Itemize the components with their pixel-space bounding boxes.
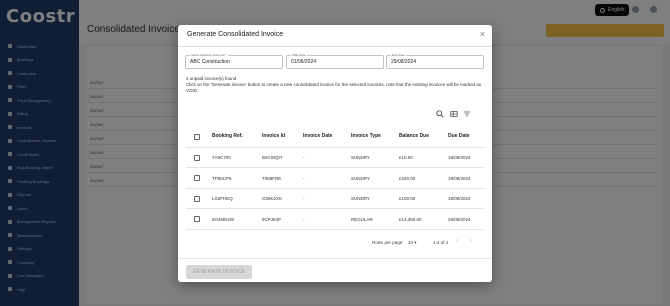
end-date-input[interactable] (391, 59, 478, 65)
table-row-divider (186, 167, 484, 168)
customer-select[interactable]: Select business customer * (185, 53, 283, 69)
due-date-cell: 18/09/2024 (448, 155, 471, 160)
rows-per-page-label: Rows per page: (372, 240, 404, 245)
search-icon[interactable] (436, 110, 444, 118)
start-date-input[interactable] (291, 59, 378, 65)
start-date-field[interactable]: Start Date (286, 53, 384, 69)
column-header-invoice-type[interactable]: Invoice Type (351, 133, 381, 139)
invoice-type-cell: REGULAR (351, 216, 373, 222)
booking-ref-cell: LXZFHEQ (212, 196, 233, 201)
divider (178, 46, 492, 47)
balance-due-cell: £220.00 (399, 175, 416, 181)
header-divider (186, 147, 484, 148)
generate-invoice-dialog: Generate Consolidated Invoice × Select b… (178, 25, 492, 282)
invoice-date-cell: - (303, 175, 305, 181)
invoice-type-cell: SUNDRY (351, 196, 370, 201)
invoice-date-cell: - (303, 196, 305, 201)
column-header-invoice-id[interactable]: Invoice Id (262, 133, 285, 139)
invoice-id-cell: B2CWQIT (262, 155, 283, 160)
due-date-cell: 26/09/2024 (448, 216, 471, 222)
invoice-type-cell: SUNDRY (351, 155, 370, 160)
invoice-type-cell: SUNDRY (351, 175, 370, 181)
columns-icon[interactable] (450, 110, 458, 118)
booking-ref-cell: 7A9C700 (212, 155, 231, 160)
row-checkbox[interactable] (194, 154, 200, 161)
invoice-date-cell: - (303, 216, 305, 222)
customer-label: Select business customer * (190, 53, 229, 57)
dialog-title: Generate Consolidated Invoice (187, 31, 284, 38)
row-checkbox[interactable] (194, 175, 200, 181)
instruction-text: Click on the 'Generate invoice' button t… (186, 82, 482, 93)
invoice-id-cell: T069FRE (262, 175, 282, 181)
chevron-right-icon[interactable]: › (470, 238, 472, 244)
balance-due-cell: £10.00 (399, 155, 413, 160)
customer-input[interactable] (190, 59, 277, 65)
pagination-range: 1-4 of 4 (433, 240, 449, 245)
booking-ref-cell: TP60CP6 (212, 175, 232, 181)
booking-ref-cell: 6O4ME4W (212, 216, 235, 222)
footer-divider (178, 258, 492, 259)
balance-due-cell: £13,360.00 (399, 216, 422, 222)
invoice-date-cell: - (303, 155, 305, 160)
row-checkbox[interactable] (194, 195, 200, 202)
due-date-cell: 18/09/2024 (448, 175, 471, 181)
row-checkbox[interactable] (194, 216, 200, 222)
generate-invoice-button[interactable]: GENERATE INVOICE (186, 265, 252, 279)
table-row-divider (186, 208, 484, 209)
invoices-found-text: 4 unpaid invoice(s) found (186, 76, 237, 81)
end-date-label: End Date (391, 53, 406, 57)
invoice-id-cell: 9CPJ64P (262, 216, 282, 222)
select-all-checkbox[interactable] (194, 134, 200, 140)
balance-due-cell: £100.00 (399, 196, 416, 201)
due-date-cell: 18/09/2024 (448, 196, 471, 201)
column-header-balance-due[interactable]: Balance Due (399, 133, 429, 139)
rows-per-page-value: 10 (408, 240, 414, 245)
rows-per-page-select[interactable]: 10 ▾ (408, 240, 417, 246)
table-row-divider (186, 228, 484, 230)
column-header-due-date[interactable]: Due Date (448, 133, 470, 139)
column-header-booking-ref[interactable]: Booking Ref. (212, 133, 243, 139)
chevron-left-icon[interactable]: ‹ (456, 238, 458, 244)
filter-icon[interactable] (463, 110, 471, 118)
start-date-label: Start Date (291, 53, 307, 57)
table-row-divider (186, 187, 484, 189)
invoice-id-cell: O36K2X0 (262, 196, 282, 201)
close-icon[interactable]: × (480, 29, 485, 39)
column-header-invoice-date[interactable]: Invoice Date (303, 133, 332, 139)
chevron-down-icon: ▾ (414, 240, 417, 245)
end-date-field[interactable]: End Date (386, 53, 484, 69)
